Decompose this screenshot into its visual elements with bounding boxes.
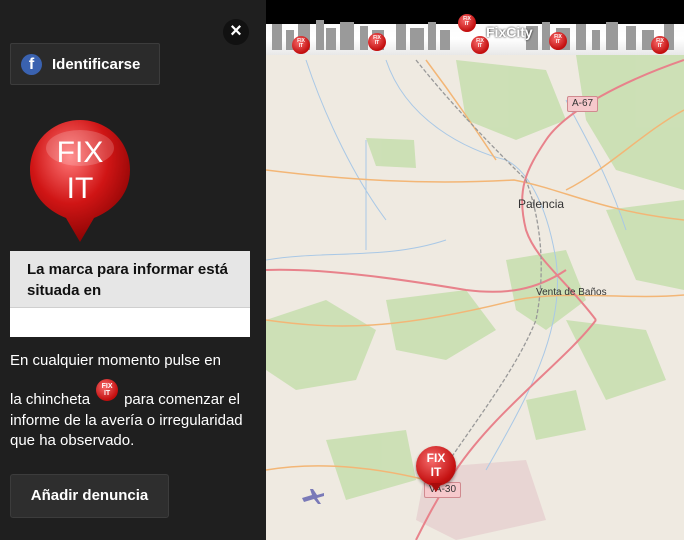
location-label: La marca para informar está situada en [10, 251, 250, 307]
add-report-button[interactable]: Añadir denuncia [10, 474, 169, 518]
logo-text-1: FIX [57, 136, 104, 169]
header-pin-icon: FIX IT [458, 14, 476, 32]
fixit-pin-icon: FIX IT [96, 379, 119, 401]
header-pin-icon: FIX IT [651, 36, 669, 54]
instructions-line-1: En cualquier momento pulse en [10, 352, 221, 369]
inline-pin-text-1: FIX [101, 383, 113, 390]
fixit-logo: FIX IT [30, 120, 130, 242]
inline-pin-text-2: IT [103, 390, 111, 397]
sidebar-panel: × f Identificarse FIX IT La marca para i… [0, 0, 266, 540]
instructions-before-pin: la chincheta [10, 390, 91, 408]
logo-text-2: IT [67, 172, 94, 205]
close-icon[interactable]: × [223, 19, 249, 45]
app-header: FIX IT FIX IT FIX IT FIX IT FIX IT FIX IT FixC… [266, 0, 684, 55]
header-pin-icon: FIX IT [549, 32, 567, 50]
header-pin-icon: FIX IT [368, 33, 386, 51]
map-pin-text-2: IT [430, 465, 442, 479]
map[interactable]: Palencia Venta de Baños A-67 VA-30 [266, 0, 684, 540]
instructions-text: En cualquier momento pulse en la chinche… [10, 351, 260, 451]
facebook-login-label: Identificarse [52, 56, 141, 73]
facebook-icon: f [21, 54, 42, 75]
app-title: FixCity [486, 24, 533, 40]
map-tiles [266, 0, 684, 540]
road-shield-a67: A-67 [567, 96, 599, 112]
map-pin-text-1: FIX [426, 451, 446, 465]
map-label-city: Palencia [518, 197, 565, 211]
header-pin-icon: FIX IT [292, 36, 310, 54]
map-marker-pin[interactable]: FIX IT [416, 446, 456, 492]
location-box: La marca para informar está situada en [10, 251, 250, 337]
location-value [10, 307, 250, 337]
facebook-login-button[interactable]: f Identificarse [10, 43, 160, 85]
map-label-town: Venta de Baños [536, 287, 607, 298]
